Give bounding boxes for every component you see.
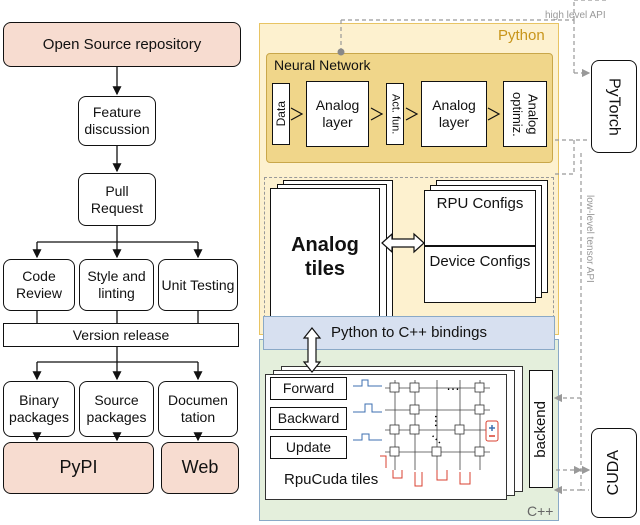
- version-release-box: Version release: [3, 323, 239, 347]
- code-review-box: Code Review: [3, 259, 75, 311]
- neural-network-label: Neural Network: [274, 57, 371, 73]
- nn-data-box: Data: [272, 83, 290, 145]
- nn-act-fun-box: Act. fun.: [386, 83, 404, 145]
- cuda-box: CUDA: [591, 428, 637, 518]
- backend-box: backend: [529, 370, 553, 488]
- source-packages-box: Source packages: [79, 381, 154, 437]
- rpu-configs-label: RPU Configs: [436, 195, 524, 212]
- nn-analog-optimizer: Analog optimiz.: [503, 81, 547, 147]
- pytorch-label: PyTorch: [605, 77, 623, 136]
- binary-packages-box: Binary packages: [3, 381, 75, 437]
- python-label: Python: [498, 27, 545, 44]
- code-review-label: Code Review: [16, 268, 62, 301]
- forward-op: Forward: [270, 377, 347, 400]
- unit-testing-label: Unit Testing: [161, 276, 235, 293]
- nn-analog-layer-2: Analog layer: [421, 81, 487, 147]
- documentation-box: Documen tation: [158, 381, 238, 437]
- open-source-repository-box: Open Source repository: [3, 22, 241, 67]
- analog-tiles-box: Analog tiles: [270, 188, 380, 326]
- pull-request-box: Pull Request: [78, 173, 156, 226]
- documentation-label: Documen tation: [168, 392, 228, 425]
- feature-discussion-box: Feature discussion: [78, 96, 156, 146]
- analog-tiles-label: Analog tiles: [291, 234, 359, 280]
- analog-layer-2-label: Analog layer: [432, 97, 476, 130]
- act-fun-label: Act. fun.: [389, 93, 402, 135]
- cpp-label: C++: [527, 503, 554, 519]
- update-op: Update: [270, 436, 347, 459]
- analog-optimizer-label: Analog optimiz.: [510, 91, 541, 137]
- bindings-label: Python to C++ bindings: [331, 324, 487, 341]
- pypi-label: PyPI: [59, 457, 98, 478]
- version-release-label: Version release: [72, 326, 170, 343]
- style-linting-box: Style and linting: [79, 259, 154, 311]
- feature-label: Feature discussion: [84, 104, 150, 137]
- configs-divider: [424, 245, 536, 247]
- device-configs-label: Device Configs: [429, 253, 531, 270]
- update-label: Update: [285, 439, 332, 456]
- web-box: Web: [161, 442, 239, 494]
- unit-testing-box: Unit Testing: [158, 259, 238, 311]
- pypi-box: PyPI: [3, 442, 154, 494]
- backend-label: backend: [532, 400, 549, 458]
- cuda-label: CUDA: [605, 450, 623, 496]
- rpucuda-tiles-label: RpuCuda tiles: [284, 471, 379, 488]
- web-label: Web: [181, 457, 219, 478]
- python-cpp-bindings-bar: Python to C++ bindings: [263, 316, 555, 350]
- nn-analog-layer-1: Analog layer: [306, 81, 369, 147]
- pytorch-box: PyTorch: [591, 60, 637, 153]
- analog-layer-1-label: Analog layer: [315, 97, 360, 130]
- pull-request-label: Pull Request: [90, 182, 144, 216]
- source-packages-label: Source packages: [86, 392, 147, 425]
- high-level-api-label: high level API: [545, 10, 606, 21]
- binary-packages-label: Binary packages: [9, 392, 69, 425]
- repo-label: Open Source repository: [42, 35, 202, 53]
- backward-op: Backward: [270, 407, 347, 430]
- backward-label: Backward: [277, 410, 340, 427]
- low-level-api-label: low-level tensor API: [584, 195, 595, 283]
- data-label: Data: [273, 101, 288, 127]
- style-linting-label: Style and linting: [87, 268, 146, 301]
- forward-label: Forward: [282, 380, 335, 397]
